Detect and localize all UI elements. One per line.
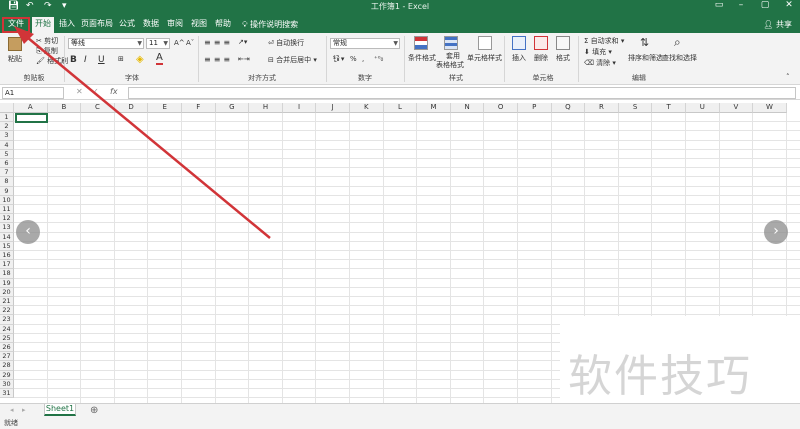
arrow-shaft (21, 32, 271, 239)
annotation-arrow (14, 26, 271, 239)
